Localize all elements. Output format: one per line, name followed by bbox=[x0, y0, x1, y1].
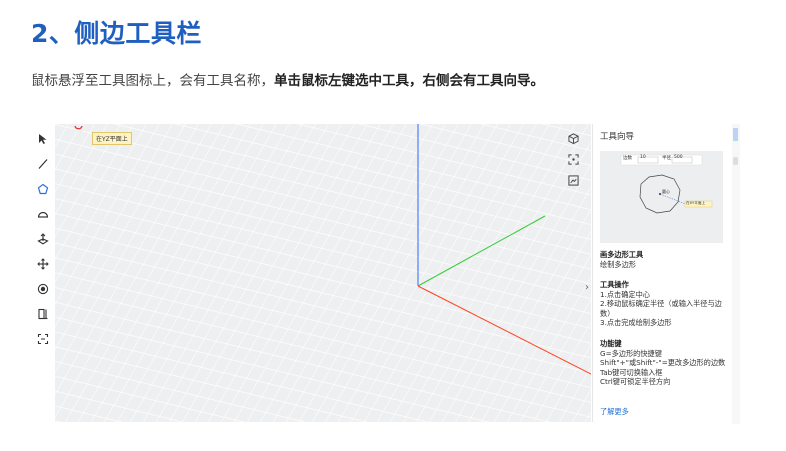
right-edge-strip bbox=[732, 124, 740, 424]
tool-guide-panel: 工具向导 边数 10 半径 500 圆心 在XY平面上 画多边形工具 绘制多边形… bbox=[592, 124, 732, 422]
key-item: Ctrl键可锁定半径方向 bbox=[600, 377, 671, 387]
tooltip: 在YZ平面上 bbox=[92, 132, 132, 145]
function-keys-section: 功能键 G=多边形的快捷键 Shift"+"或Shift"-"=更改多边形的边数… bbox=[600, 339, 728, 387]
app-screenshot: 在YZ平面上 › 工具向导 边数 10 半径 500 圆心 在XY平面上 画多边… bbox=[30, 124, 740, 424]
perspective-grid bbox=[55, 124, 591, 422]
operation-item: 1.点击确定中心 bbox=[600, 289, 650, 299]
push-pull-icon[interactable] bbox=[34, 230, 52, 248]
key-item: G=多边形的快捷键 bbox=[600, 348, 662, 358]
tool-description: 绘制多边形 bbox=[600, 259, 636, 269]
select-arrow-icon[interactable] bbox=[34, 130, 52, 148]
preview-center-label: 圆心 bbox=[662, 189, 670, 194]
instruction-text: 鼠标悬浮至工具图标上，会有工具名称，单击鼠标左键选中工具，右侧会有工具向导。 bbox=[31, 69, 544, 89]
key-item: Tab键可切换输入框 bbox=[600, 367, 663, 377]
preview-plane-label: 在XY平面上 bbox=[686, 201, 706, 205]
polygon-icon[interactable] bbox=[34, 180, 52, 198]
instruction-bold: 单击鼠标左键选中工具，右侧会有工具向导。 bbox=[274, 73, 544, 89]
key-item: Shift"+"或Shift"-"=更改多边形的边数 bbox=[600, 358, 726, 368]
side-toolbar bbox=[30, 124, 55, 422]
operation-item: 2.移动鼠标确定半径（或输入半径与边数） bbox=[600, 299, 722, 318]
preview-field1-value: 10 bbox=[640, 155, 646, 160]
keys-title: 功能键 bbox=[600, 339, 622, 348]
side-tab[interactable] bbox=[733, 157, 738, 165]
panel-title: 工具向导 bbox=[600, 132, 635, 142]
learn-more-link[interactable]: 了解更多 bbox=[600, 407, 629, 417]
operation-item: 3.点击完成绘制多边形 bbox=[600, 318, 672, 328]
instruction-normal: 鼠标悬浮至工具图标上，会有工具名称， bbox=[31, 73, 274, 89]
line-icon[interactable] bbox=[34, 155, 52, 173]
page-heading: 2、侧边工具栏 bbox=[31, 19, 202, 48]
view-toolbar bbox=[565, 130, 583, 193]
active-tab-indicator[interactable] bbox=[733, 128, 738, 141]
dimension-icon[interactable] bbox=[34, 330, 52, 348]
3d-viewport[interactable]: 在YZ平面上 bbox=[55, 124, 591, 422]
arc-icon[interactable] bbox=[34, 205, 52, 223]
preview-field2-value: 500 bbox=[674, 155, 683, 160]
material-icon[interactable] bbox=[34, 280, 52, 298]
collapse-panel-chevron-icon[interactable]: › bbox=[583, 278, 591, 296]
tool-info-section: 画多边形工具 绘制多边形 bbox=[600, 250, 728, 269]
move-icon[interactable] bbox=[34, 255, 52, 273]
fit-view-icon[interactable] bbox=[565, 151, 581, 167]
tool-name: 画多边形工具 bbox=[600, 250, 644, 259]
preview-field2-label: 半径 bbox=[662, 156, 671, 161]
section-icon[interactable] bbox=[34, 305, 52, 323]
operations-title: 工具操作 bbox=[600, 280, 629, 289]
preview-field1-label: 边数 bbox=[623, 156, 632, 161]
operations-section: 工具操作 1.点击确定中心 2.移动鼠标确定半径（或输入半径与边数） 3.点击完… bbox=[600, 280, 728, 328]
screenshot-icon[interactable] bbox=[565, 172, 581, 188]
cube-view-icon[interactable] bbox=[565, 130, 581, 146]
tool-preview-image: 边数 10 半径 500 圆心 在XY平面上 bbox=[600, 151, 723, 243]
